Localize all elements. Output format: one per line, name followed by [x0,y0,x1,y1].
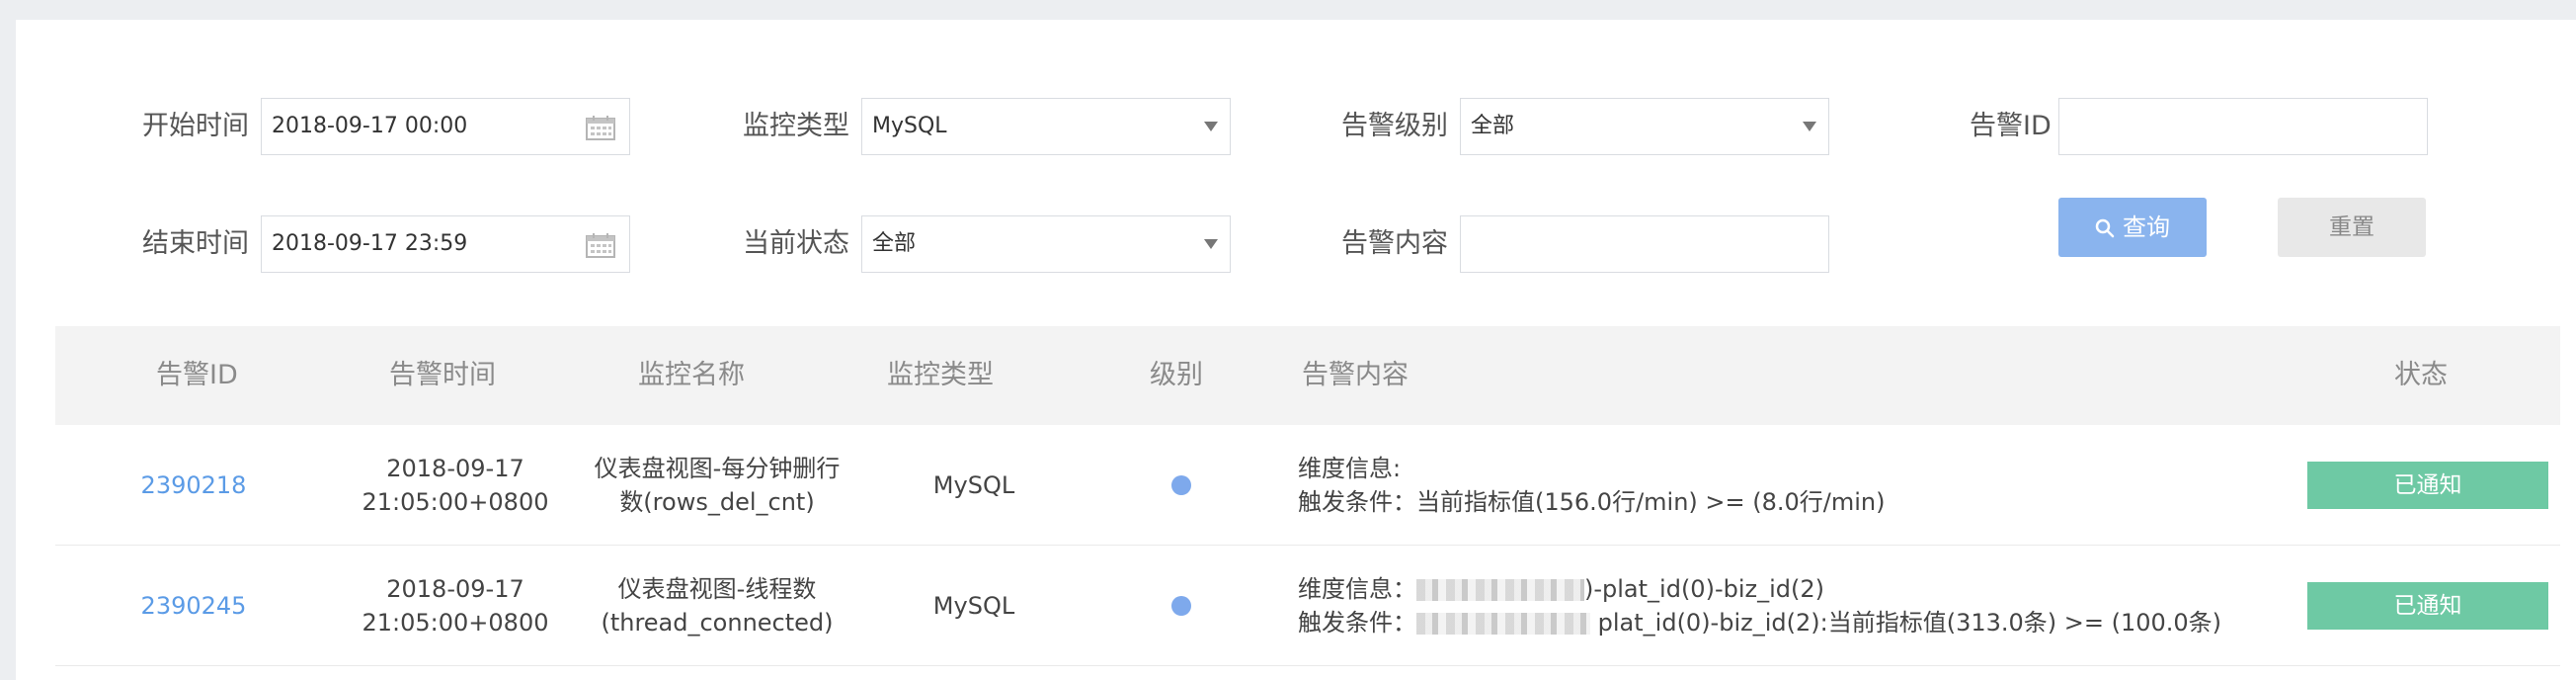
calendar-icon[interactable] [586,115,615,140]
trigger-condition-label: 触发条件： [1298,609,1416,637]
table-header: 告警ID 告警时间 监控名称 监控类型 级别 告警内容 状态 [55,326,2560,425]
monitor-name-line2: 数(rows_del_cnt) [619,488,815,516]
level-indicator-dot [1171,475,1191,495]
alert-time-cell: 2018-09-17 21:05:00+0800 [332,425,579,546]
alert-content-cell: 维度信息： )-plat_id(0)-biz_id(2) 触发条件： plat_i… [1298,546,2266,666]
monitor-type-value: MySQL [872,114,947,138]
monitor-name-cell: 仪表盘视图-每分钟删行 数(rows_del_cnt) [569,425,865,546]
alert-level-select[interactable]: 全部 [1460,98,1829,155]
monitor-type-select[interactable]: MySQL [861,98,1231,155]
trigger-condition-value: plat_id(0)-biz_id(2):当前指标值(313.0条) >= (1… [1597,609,2222,637]
dimension-info-value: )-plat_id(0)-biz_id(2) [1584,575,1824,603]
query-button-label: 查询 [2123,213,2170,241]
monitor-name-line2: (thread_connected) [601,609,834,637]
header-monitor-type: 监控类型 [887,360,994,390]
header-alert-time: 告警时间 [389,360,496,390]
header-level: 级别 [1150,360,1203,390]
redacted-text [1416,579,1584,601]
trigger-condition: 触发条件：当前指标值(156.0行/min) >= (8.0行/min) [1298,488,1886,516]
current-status-select[interactable]: 全部 [861,215,1231,273]
trigger-condition: 触发条件： plat_id(0)-biz_id(2):当前指标值(313.0条)… [1298,606,2266,639]
alert-id-input[interactable] [2058,98,2428,155]
header-monitor-name: 监控名称 [638,360,745,390]
status-badge[interactable]: 已通知 [2307,462,2548,509]
reset-button[interactable]: 重置 [2278,198,2426,257]
status-badge[interactable]: 已通知 [2307,582,2548,630]
current-status-label: 当前状态 [743,228,849,259]
alert-level-label: 告警级别 [1341,111,1448,141]
table-row: 2390245 2018-09-17 21:05:00+0800 仪表盘视图-线… [55,546,2560,666]
dimension-info-label: 维度信息: [1298,455,1402,482]
start-time-label: 开始时间 [142,111,249,141]
alert-id-link[interactable]: 2390218 [141,468,247,502]
level-indicator-dot [1171,596,1191,616]
current-status-value: 全部 [872,231,917,256]
redacted-text [1416,613,1590,635]
header-status: 状态 [2394,360,2448,390]
header-alert-id: 告警ID [156,360,238,390]
alert-content-label: 告警内容 [1341,228,1448,259]
dimension-info: 维度信息: [1298,452,2266,485]
monitor-name-line1: 仪表盘视图-线程数 [617,575,817,603]
alert-time-date: 2018-09-17 [386,575,524,603]
header-alert-content: 告警内容 [1302,360,1409,390]
monitor-name-line1: 仪表盘视图-每分钟删行 [594,455,841,482]
table-row: 2390218 2018-09-17 21:05:00+0800 仪表盘视图-每… [55,425,2560,546]
query-button[interactable]: 查询 [2058,198,2207,257]
alert-content-input[interactable] [1460,215,1829,273]
alert-time-date: 2018-09-17 [386,455,524,482]
alert-content-cell: 维度信息: 触发条件：当前指标值(156.0行/min) >= (8.0行/mi… [1298,425,2266,546]
chevron-down-icon [1204,239,1218,249]
alert-level-value: 全部 [1471,114,1515,138]
end-time-label: 结束时间 [142,228,249,259]
monitor-type-label: 监控类型 [743,111,849,141]
start-time-input[interactable]: 2018-09-17 00:00 [261,98,630,155]
end-time-value: 2018-09-17 23:59 [272,231,468,256]
alert-id-link[interactable]: 2390245 [141,589,247,623]
end-time-input[interactable]: 2018-09-17 23:59 [261,215,630,273]
alert-query-panel: 开始时间 2018-09-17 00:00 监控类型 MySQL 告警级别 全部… [16,20,2576,680]
alert-time-clock: 21:05:00+0800 [362,488,549,516]
search-icon [2095,218,2115,238]
calendar-icon[interactable] [586,232,615,258]
dimension-info: 维度信息： )-plat_id(0)-biz_id(2) [1298,572,2266,606]
dimension-info-label: 维度信息： [1298,575,1416,603]
monitor-type-cell: MySQL [932,592,1015,620]
alert-time-clock: 21:05:00+0800 [362,609,549,637]
alert-id-label: 告警ID [1970,111,2052,141]
chevron-down-icon [1803,122,1816,131]
monitor-type-cell: MySQL [932,471,1015,499]
chevron-down-icon [1204,122,1218,131]
monitor-name-cell: 仪表盘视图-线程数 (thread_connected) [569,546,865,666]
start-time-value: 2018-09-17 00:00 [272,114,468,138]
alert-time-cell: 2018-09-17 21:05:00+0800 [332,546,579,666]
